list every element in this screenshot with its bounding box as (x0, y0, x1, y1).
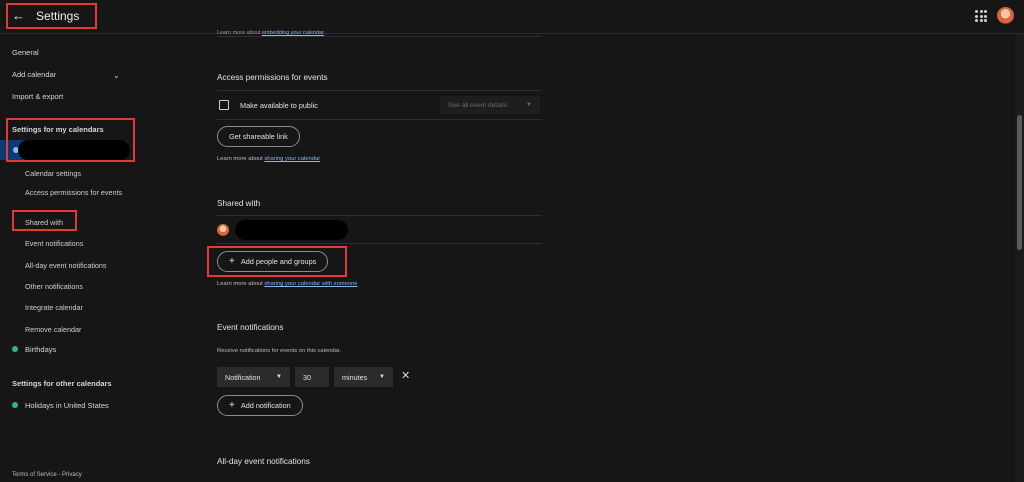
caret-down-icon: ▼ (276, 374, 282, 380)
nav-event-notifications[interactable]: Event notifications (25, 238, 125, 249)
caret-down-icon: ▼ (526, 102, 532, 108)
nav-add-calendar[interactable]: Add calendar (12, 70, 56, 79)
grid-apps-icon[interactable] (975, 10, 987, 22)
nav-birthdays[interactable]: Birthdays (25, 345, 56, 354)
add-notification-button[interactable]: + Add notification (217, 395, 303, 416)
close-icon[interactable]: ✕ (401, 369, 410, 382)
divider (217, 90, 542, 91)
nav-integrate-calendar[interactable]: Integrate calendar (25, 302, 125, 313)
calendars-highlight-box (6, 118, 135, 162)
nav-import-export[interactable]: Import & export (12, 92, 63, 101)
notification-unit-select[interactable]: minutes ▼ (334, 367, 393, 387)
sharing-learn-more: Learn more about sharing your calendar (217, 156, 321, 162)
notification-amount-input[interactable]: 30 (295, 367, 329, 387)
nav-holidays[interactable]: Holidays in United States (25, 401, 109, 410)
privacy-link[interactable]: Privacy (62, 472, 82, 478)
plus-icon: + (229, 400, 235, 411)
get-shareable-link-button[interactable]: Get shareable link (217, 126, 300, 147)
scrollbar-track[interactable] (1015, 34, 1024, 482)
scrollbar-thumb[interactable] (1017, 115, 1022, 250)
share-someone-learn-more: Learn more about sharing your calendar w… (217, 281, 358, 287)
terms-link[interactable]: Terms of Service (12, 472, 57, 478)
shared-user-avatar (217, 224, 229, 236)
event-notifications-title: Event notifications (217, 323, 284, 332)
nav-all-day-notifications[interactable]: All-day event notifications (25, 260, 125, 271)
notification-type-select[interactable]: Notification ▼ (217, 367, 290, 387)
sharing-link[interactable]: sharing your calendar (264, 156, 320, 162)
make-public-label: Make available to public (240, 101, 318, 110)
nav-other-notifications[interactable]: Other notifications (25, 281, 125, 292)
nav-access-permissions[interactable]: Access permissions for events (25, 187, 125, 198)
redacted-shared-user (235, 220, 348, 240)
holidays-color-dot (12, 402, 18, 408)
add-people-highlight-box (207, 246, 347, 277)
nav-remove-calendar[interactable]: Remove calendar (25, 324, 125, 335)
shared-with-title: Shared with (217, 199, 261, 208)
share-someone-link[interactable]: sharing your calendar with someone (264, 281, 357, 287)
divider (217, 119, 542, 120)
other-calendars-heading: Settings for other calendars (12, 379, 112, 388)
divider (217, 215, 542, 216)
footer-links: Terms of Service - Privacy (12, 472, 82, 478)
shared-with-highlight-box (12, 210, 77, 231)
footer-separator: - (58, 472, 61, 478)
nav-general[interactable]: General (12, 48, 39, 57)
birthdays-color-dot (12, 346, 18, 352)
visibility-select: See all event details ▼ (440, 96, 540, 114)
divider (217, 36, 542, 37)
event-notifications-description: Receive notifications for events on this… (217, 348, 342, 354)
account-avatar[interactable] (997, 7, 1014, 24)
chevron-down-icon[interactable]: ⌄ (113, 71, 120, 80)
nav-calendar-settings[interactable]: Calendar settings (25, 168, 125, 179)
caret-down-icon: ▼ (379, 374, 385, 380)
title-highlight-box (6, 3, 97, 29)
make-public-checkbox[interactable] (219, 100, 229, 110)
access-permissions-title: Access permissions for events (217, 73, 328, 82)
top-app-bar: ← Settings (0, 0, 1024, 34)
divider (217, 243, 542, 244)
all-day-notifications-title: All-day event notifications (217, 457, 310, 466)
